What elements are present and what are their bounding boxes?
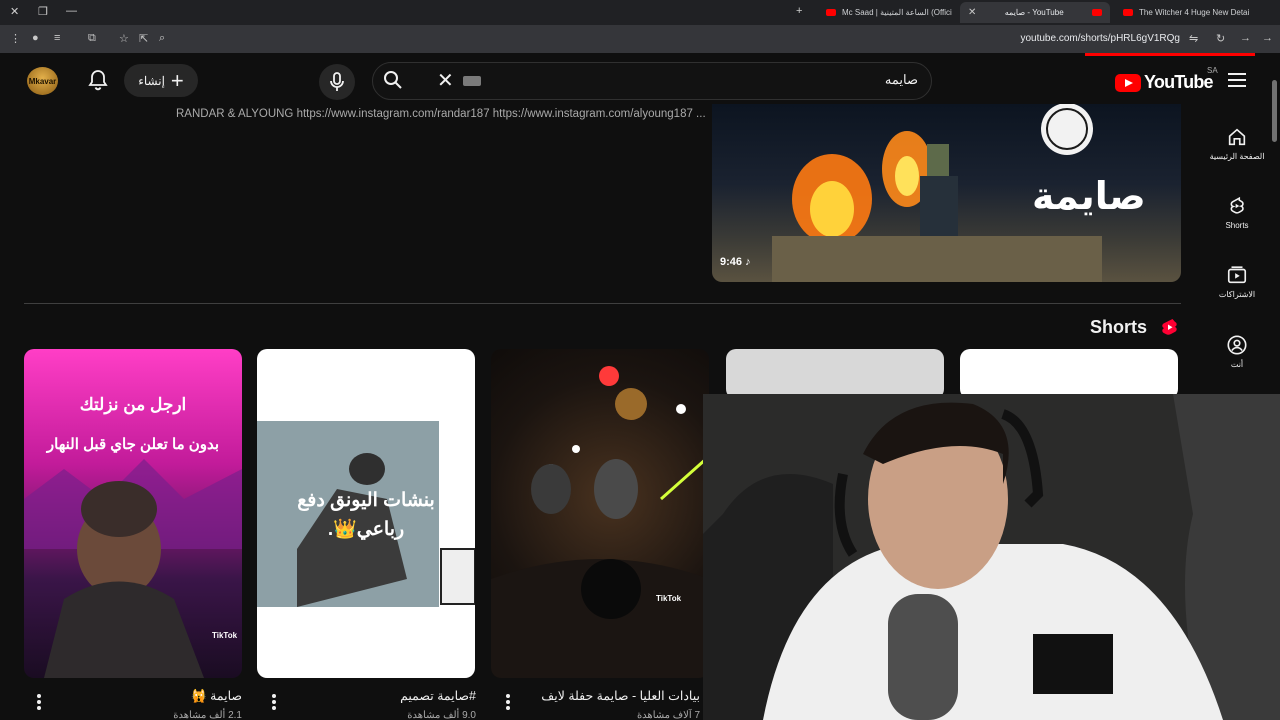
region-code: SA: [1207, 66, 1218, 75]
short-card[interactable]: [726, 349, 944, 399]
microphone-icon: [330, 72, 344, 91]
short-overlay-text: ارجل من نزلتك: [79, 395, 187, 414]
tab-witcher[interactable]: The Witcher 4 Huge New Detai: [1115, 2, 1255, 23]
browser-tab-strip: ✕ ❐ — The Witcher 4 Huge New Detai ✕ صاي…: [0, 0, 1280, 25]
short-thumbnail-art: [257, 421, 475, 607]
notifications-bell-icon[interactable]: [86, 68, 110, 92]
create-button[interactable]: إنشاء +: [124, 64, 198, 97]
address-bar: ⋮ ● ≡ ⧉ ☆ ⇱ ⌕ youtube.com/shorts/pHRL6gV…: [0, 25, 1280, 53]
channel-avatar[interactable]: Mkavar: [27, 67, 58, 95]
tiktok-watermark: TikTok: [656, 594, 682, 603]
close-window-icon[interactable]: ✕: [10, 5, 19, 18]
shorts-section-title: Shorts: [1090, 317, 1148, 337]
guide-item-label: الاشتراكات: [1218, 290, 1256, 299]
profile-icon[interactable]: ●: [32, 32, 39, 44]
back-icon[interactable]: →: [1262, 32, 1273, 44]
guide-item-label: الصفحة الرئيسية: [1209, 152, 1265, 161]
shorts-logo-icon: [1162, 319, 1177, 335]
short-views: 2.1 ألف مشاهدة: [173, 710, 242, 720]
short-overlay-text: بنشات اليونق دفع: [297, 490, 435, 511]
search-input[interactable]: [372, 62, 932, 100]
webcam-overlay: [703, 394, 1280, 720]
create-label: إنشاء: [138, 73, 165, 88]
close-tab-icon[interactable]: ✕: [968, 7, 976, 18]
minimize-window-icon[interactable]: —: [66, 5, 77, 17]
media-icon[interactable]: ≡: [54, 32, 60, 44]
keyboard-icon[interactable]: [463, 76, 481, 86]
tab-title: صايمه - YouTube: [1004, 8, 1064, 17]
short-card[interactable]: ارجل من نزلتك بدون ما تعلن جاي قبل النها…: [24, 349, 242, 678]
tab-mcsaad[interactable]: Mc Saad | الساعة المتينية (Offici: [818, 2, 958, 23]
webcam-feed: [703, 394, 1280, 720]
short-overlay-text: رباعي👑.: [327, 519, 405, 540]
thumbnail-title: صايمة: [1032, 174, 1146, 218]
short-title[interactable]: #صايمة تصميم: [276, 688, 476, 703]
youtube-play-icon: [1115, 73, 1141, 92]
music-note-icon: ♪: [745, 256, 751, 268]
shorts-icon: [1230, 196, 1244, 214]
short-card[interactable]: بنشات اليونق دفع رباعي👑.: [257, 349, 475, 678]
guide-item-shorts[interactable]: Shorts: [1203, 195, 1271, 230]
forward-icon[interactable]: →: [1240, 32, 1251, 44]
short-title[interactable]: صايمة 🙀: [42, 688, 242, 704]
page-scrollbar[interactable]: [1272, 80, 1277, 142]
video-description: RANDAR & ALYOUNG https://www.instagram.c…: [176, 108, 706, 120]
you-icon: [1227, 335, 1247, 355]
yt-header: Mkavar إنشاء + ✕ صايمه YouTube SA: [0, 56, 1280, 104]
zoom-icon[interactable]: ⌕: [159, 32, 165, 45]
tab-title: The Witcher 4 Huge New Detai: [1139, 8, 1250, 17]
search-icon[interactable]: [383, 70, 403, 90]
restore-window-icon[interactable]: ❐: [38, 5, 48, 18]
guide-item-label: أنت: [1230, 360, 1244, 369]
short-thumbnail-art: [491, 366, 709, 678]
extensions-icon[interactable]: ⧉: [88, 32, 96, 45]
search-query[interactable]: صايمه: [885, 72, 918, 88]
clear-search-icon[interactable]: ✕: [437, 68, 454, 93]
short-card[interactable]: [960, 349, 1178, 399]
youtube-logo[interactable]: YouTube SA: [1115, 66, 1218, 93]
guide-menu-icon[interactable]: [1228, 73, 1246, 87]
share-icon[interactable]: ⇱: [139, 32, 148, 45]
tab-title: Mc Saad | الساعة المتينية (Offici: [842, 8, 952, 17]
menu-dots-icon[interactable]: ⋮: [10, 32, 21, 45]
short-card[interactable]: TikTok: [491, 349, 709, 678]
youtube-favicon-icon: [1092, 9, 1102, 16]
bookmark-star-icon[interactable]: ☆: [119, 32, 129, 45]
guide-item-label: Shorts: [1225, 221, 1249, 230]
reload-icon[interactable]: ↻: [1216, 32, 1225, 45]
home-icon: [1228, 128, 1246, 146]
channel-avatar-text: Mkavar: [28, 76, 57, 86]
plus-icon: +: [170, 67, 184, 93]
short-views: 7 آلاف مشاهدة: [636, 710, 700, 720]
youtube-favicon-icon: [1123, 9, 1133, 16]
new-tab-icon[interactable]: +: [796, 5, 802, 17]
video-thumbnail[interactable]: صايمة: [712, 104, 1181, 282]
subscriptions-icon: [1227, 266, 1247, 284]
youtube-wordmark: YouTube: [1144, 72, 1214, 92]
short-overlay-text: بدون ما تعلن جاي قبل النهار: [46, 436, 220, 453]
section-divider: [24, 303, 1181, 304]
short-views: 9.0 ألف مشاهدة: [407, 710, 476, 720]
guide-item-subscriptions[interactable]: الاشتراكات: [1203, 264, 1271, 299]
duration-badge: 9:46 ♪: [720, 256, 751, 268]
duration-text: 9:46: [720, 256, 743, 268]
url-field[interactable]: youtube.com/shorts/pHRL6gV1RQg: [1020, 33, 1180, 44]
short-title[interactable]: بيادات العليا - صايمة حفلة لايف: [500, 688, 700, 703]
guide-item-you[interactable]: أنت: [1203, 334, 1271, 369]
voice-search-button[interactable]: [319, 64, 355, 100]
site-settings-icon[interactable]: ⇋: [1189, 32, 1198, 45]
guide-item-home[interactable]: الصفحة الرئيسية: [1203, 126, 1271, 161]
more-actions-icon[interactable]: [37, 694, 41, 712]
tiktok-watermark: TikTok: [212, 631, 238, 640]
tab-current[interactable]: ✕ صايمه - YouTube: [960, 2, 1110, 23]
youtube-favicon-icon: [826, 9, 836, 16]
